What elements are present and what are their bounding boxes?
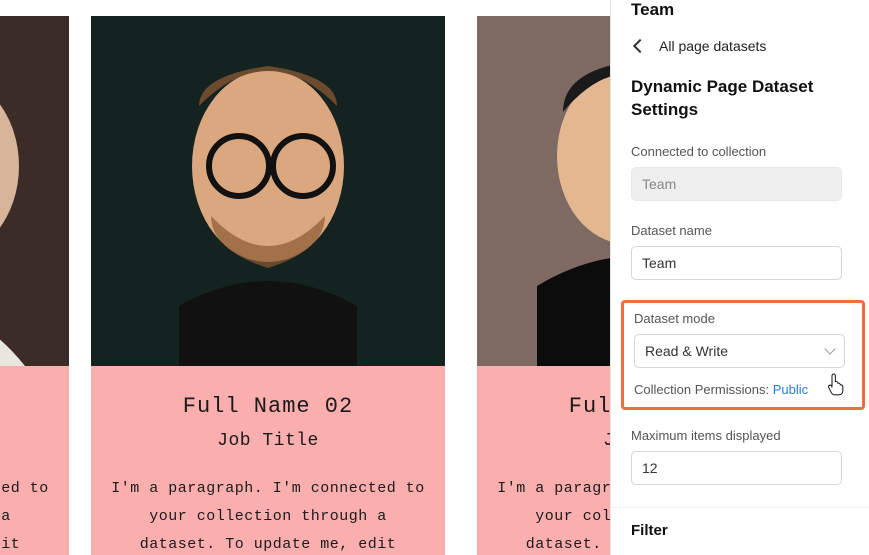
collection-permissions-link[interactable]: Public (773, 382, 808, 397)
member-job-title: Job Title (0, 431, 49, 451)
max-items-field: Maximum items displayed (631, 428, 855, 485)
member-paragraph: I'm a paragraph. I'm connected to your c… (111, 475, 425, 555)
dataset-name-input-wrapper[interactable] (631, 246, 842, 280)
filter-heading: Filter (631, 522, 855, 539)
card-body: Full Name 01 Job Title I'm a paragraph. … (0, 366, 69, 555)
member-paragraph: I'm a paragraph. I'm connected to your c… (497, 475, 610, 555)
connected-collection-value: Team (631, 167, 842, 201)
portrait-placeholder (91, 16, 445, 366)
back-label: All page datasets (659, 38, 766, 54)
team-card[interactable]: Full Name 01 Job Title I'm a paragraph. … (0, 16, 69, 555)
max-items-input[interactable] (642, 452, 831, 484)
member-name: Full Name 01 (0, 394, 49, 419)
chevron-down-icon (824, 343, 835, 354)
member-name: Full Name 03 (497, 394, 610, 419)
team-card[interactable]: Full Name 02 Job Title I'm a paragraph. … (91, 16, 445, 555)
field-label: Dataset name (631, 223, 855, 238)
member-photo (477, 16, 610, 366)
back-to-page-datasets[interactable]: All page datasets (631, 38, 855, 54)
collection-permissions-line: Collection Permissions: Public (634, 382, 852, 397)
section-heading: Dynamic Page Dataset Settings (631, 76, 855, 122)
field-label: Dataset mode (634, 311, 852, 326)
team-card[interactable]: Full Name 03 Job Title I'm a paragraph. … (477, 16, 610, 555)
member-name: Full Name 02 (111, 394, 425, 419)
card-body: Full Name 03 Job Title I'm a paragraph. … (477, 366, 610, 555)
connected-collection-field: Connected to collection Team (631, 144, 855, 201)
dataset-mode-select[interactable]: Read & Write (634, 334, 845, 368)
card-body: Full Name 02 Job Title I'm a paragraph. … (91, 366, 445, 555)
page-canvas: Full Name 01 Job Title I'm a paragraph. … (0, 0, 610, 555)
dataset-mode-field: Dataset mode Read & Write Collection Per… (634, 311, 852, 397)
dataset-mode-value: Read & Write (645, 343, 728, 359)
field-label: Connected to collection (631, 144, 855, 159)
readonly-text: Team (642, 176, 676, 192)
portrait-placeholder (0, 16, 69, 366)
dataset-mode-highlight: Dataset mode Read & Write Collection Per… (621, 300, 865, 410)
panel-title: Team (631, 0, 855, 20)
dataset-name-input[interactable] (642, 247, 831, 279)
dataset-settings-panel: Team All page datasets Dynamic Page Data… (610, 0, 869, 555)
max-items-input-wrapper[interactable] (631, 451, 842, 485)
divider (611, 507, 869, 508)
member-job-title: Job Title (111, 431, 425, 451)
dataset-name-field: Dataset name (631, 223, 855, 280)
chevron-left-icon (633, 39, 647, 53)
member-photo (0, 16, 69, 366)
member-paragraph: I'm a paragraph. I'm connected to your c… (0, 475, 49, 555)
field-label: Maximum items displayed (631, 428, 855, 443)
permissions-label: Collection Permissions: (634, 382, 773, 397)
portrait-placeholder (477, 16, 610, 366)
member-photo (91, 16, 445, 366)
member-job-title: Job Title (497, 431, 610, 451)
